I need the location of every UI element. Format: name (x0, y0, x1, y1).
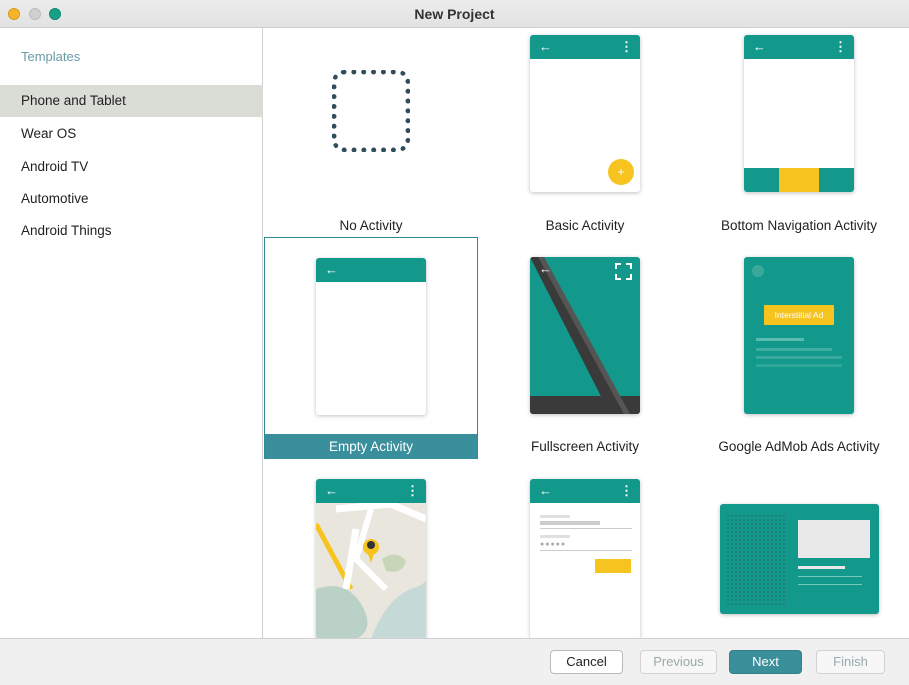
interstitial-ad-label: Interstitial Ad (764, 305, 834, 325)
empty-activity-preview: ← (316, 258, 426, 415)
template-empty-activity[interactable]: ← Empty Activity (264, 237, 478, 459)
field-underline (540, 550, 632, 551)
email-field-line (540, 521, 600, 525)
detail-text-line (798, 576, 862, 577)
ad-text-line (756, 348, 832, 351)
template-bottom-navigation-activity[interactable]: ← ⋮ Bottom Navigation Activity (692, 28, 906, 248)
template-label: Bottom Navigation Activity (720, 218, 878, 233)
overflow-menu-icon: ⋮ (834, 39, 847, 54)
overflow-menu-icon: ⋮ (620, 483, 633, 498)
back-arrow-icon: ← (325, 483, 338, 498)
template-fullscreen-activity[interactable]: ← Fullscreen Activity (478, 247, 692, 469)
template-grid: No Activity ← ⋮ + Basic Activity ← ⋮ Bot… (264, 28, 909, 638)
field-label-line (540, 515, 570, 518)
window-title: New Project (414, 6, 495, 22)
basic-activity-preview: ← ⋮ + (530, 35, 640, 192)
sidebar-item-android-tv[interactable]: Android TV (0, 151, 263, 183)
password-dots: ●●●●● (540, 541, 567, 548)
maps-preview: ← ⋮ (316, 479, 426, 638)
admob-preview: Interstitial Ad (744, 257, 854, 414)
login-preview: ← ⋮ ●●●●● (530, 479, 640, 638)
fullscreen-icon (615, 263, 632, 280)
sidebar-item-android-things[interactable]: Android Things (0, 215, 263, 247)
app-bar: ← ⋮ (744, 35, 854, 59)
finish-button[interactable]: Finish (816, 650, 885, 674)
back-arrow-icon: ← (539, 483, 552, 498)
fab-plus-icon: + (608, 159, 634, 185)
field-label-line (540, 535, 570, 538)
ad-avatar-dot (752, 265, 764, 277)
ad-text-line (756, 356, 842, 359)
diagonal-stripe-graphic (530, 257, 640, 414)
bottom-nav-preview: ← ⋮ (744, 35, 854, 192)
template-label: No Activity (339, 218, 403, 233)
dashed-square-icon (332, 70, 410, 152)
app-bar: ← (316, 258, 426, 282)
template-label: Empty Activity (265, 434, 477, 459)
back-arrow-icon: ← (539, 261, 552, 276)
master-detail-preview (720, 504, 879, 614)
ad-text-line (756, 364, 842, 367)
ad-text-line (756, 338, 804, 341)
template-login-activity[interactable]: ← ⋮ ●●●●● (478, 469, 692, 638)
dialog-footer: Cancel Previous Next Finish (0, 638, 909, 685)
detail-text-line (798, 584, 862, 585)
templates-sidebar: Templates Phone and Tablet Wear OS Andro… (0, 28, 263, 638)
template-admob-ads-activity[interactable]: Interstitial Ad Google AdMob Ads Activit… (692, 247, 906, 469)
fullscreen-preview: ← (530, 257, 640, 414)
detail-image-placeholder (798, 520, 870, 558)
sidebar-item-wear-os[interactable]: Wear OS (0, 118, 263, 150)
detail-text-line (798, 566, 845, 569)
cancel-button[interactable]: Cancel (550, 650, 623, 674)
app-bar: ← ⋮ (530, 479, 640, 503)
template-no-activity[interactable]: No Activity (264, 28, 478, 248)
next-button[interactable]: Next (729, 650, 802, 674)
login-button-shape (595, 559, 631, 573)
bottom-nav-bar (744, 168, 854, 192)
app-bar: ← ⋮ (530, 35, 640, 59)
title-bar: New Project (0, 0, 909, 28)
bottom-nav-active-item (779, 168, 819, 192)
overflow-menu-icon: ⋮ (620, 39, 633, 54)
master-list-pattern (726, 514, 786, 606)
template-label: Basic Activity (545, 218, 625, 233)
back-arrow-icon: ← (753, 39, 766, 54)
sidebar-header: Templates (21, 49, 81, 64)
sidebar-item-phone-and-tablet[interactable]: Phone and Tablet (0, 85, 263, 117)
field-underline (540, 528, 632, 529)
template-label: Fullscreen Activity (530, 439, 640, 454)
app-bar: ← ⋮ (316, 479, 426, 503)
template-maps-activity[interactable]: ← ⋮ (264, 469, 478, 638)
template-basic-activity[interactable]: ← ⋮ + Basic Activity (478, 28, 692, 248)
previous-button[interactable]: Previous (640, 650, 717, 674)
overflow-menu-icon: ⋮ (406, 483, 419, 498)
back-arrow-icon: ← (325, 262, 338, 277)
template-master-detail-flow[interactable] (692, 469, 906, 638)
template-label: Google AdMob Ads Activity (718, 439, 880, 454)
back-arrow-icon: ← (539, 39, 552, 54)
sidebar-item-automotive[interactable]: Automotive (0, 183, 263, 215)
